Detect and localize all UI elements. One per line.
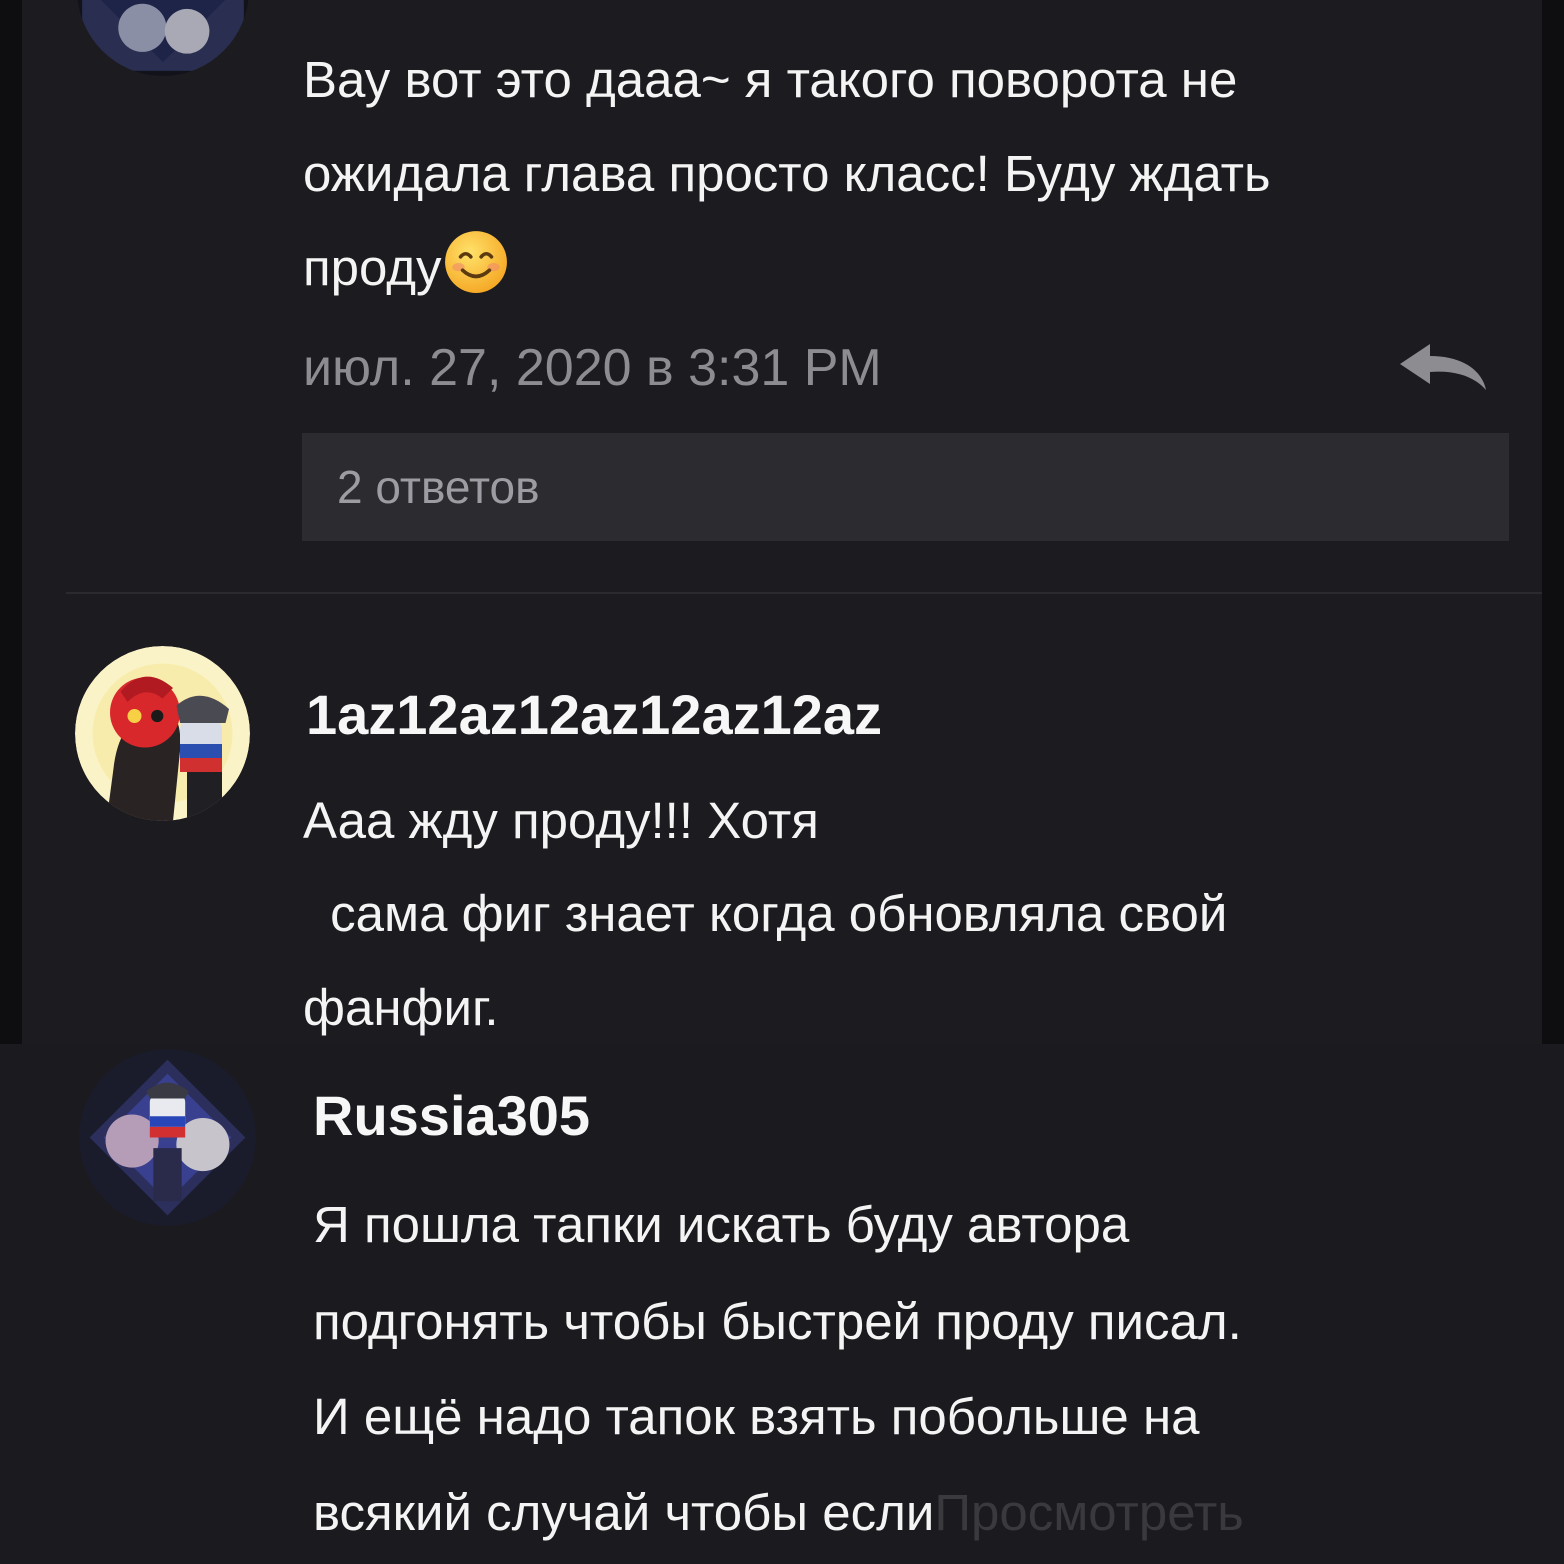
comment-text-segment: проду (303, 239, 442, 296)
comment-text-line: проду (303, 221, 509, 315)
smiling-face-emoji-icon (443, 229, 509, 295)
comment-text-line: подгонять чтобы быстрей проду писал. (313, 1293, 1242, 1350)
view-replies-button[interactable]: 2 ответов (302, 433, 1509, 541)
comment-text-line: Вау вот это дааа~ я такого поворота не (303, 51, 1238, 108)
avatar-image (75, 646, 250, 821)
username-link[interactable]: 1az12az12az12az12az (306, 679, 882, 751)
username-link[interactable]: Russia305 (313, 1080, 590, 1152)
replies-count-label: 2 ответов (337, 461, 540, 513)
comment-text-segment: всякий случай чтобы если (313, 1484, 935, 1541)
avatar-image (79, 1049, 256, 1226)
comment-text-line: всякий случай чтобы еслиПросмотреть (313, 1466, 1244, 1560)
avatar[interactable] (75, 646, 250, 821)
show-more-link[interactable]: Просмотреть (934, 1484, 1244, 1541)
comment-text-line: Ааа жду проду!!! Хотя (303, 792, 819, 849)
comment-text-line: сама фиг знает когда обновляла свой (316, 885, 1228, 942)
comment-timestamp: июл. 27, 2020 в 3:31 PM (303, 339, 882, 397)
comment-divider (66, 592, 1542, 594)
comment-text-line: Я пошла тапки искать буду автора (313, 1196, 1130, 1253)
comment-text-line: фанфиг. (303, 979, 499, 1036)
comment-text-line: ожидала глава просто класс! Буду ждать (303, 145, 1271, 202)
comment-text-line: И ещё надо тапок взять побольше на (313, 1388, 1200, 1445)
reply-arrow-icon[interactable] (1396, 340, 1490, 394)
avatar[interactable] (79, 1049, 256, 1226)
